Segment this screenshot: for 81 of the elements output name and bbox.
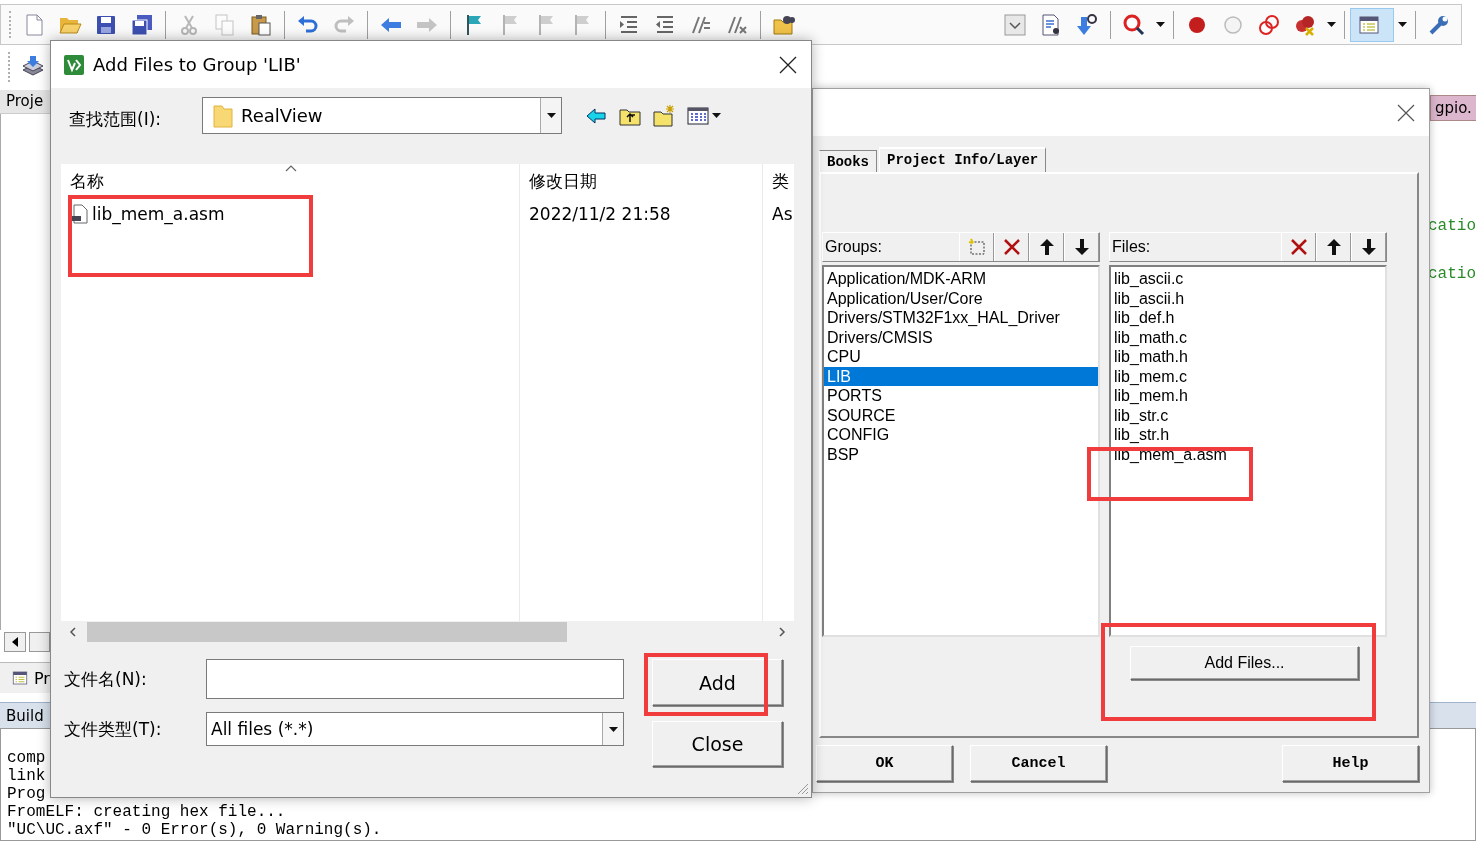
list-label: Files: (1112, 238, 1151, 256)
list-item[interactable]: lib_mem.c (1111, 366, 1385, 386)
output-line: FromELF: creating hex file... (7, 803, 286, 821)
list-item[interactable]: lib_math.h (1111, 347, 1385, 367)
tab[interactable]: Books (819, 150, 877, 172)
dialog-button[interactable]: Cancel (970, 745, 1107, 782)
table-cell[interactable]: As (763, 199, 794, 224)
close-button[interactable]: Close (652, 721, 783, 767)
download-arrow-icon[interactable] (1075, 12, 1099, 37)
caret-icon[interactable] (1397, 22, 1407, 27)
column-header[interactable]: 名称 (61, 164, 519, 199)
output-line: link (7, 767, 46, 785)
output-line: Prog (7, 785, 46, 803)
table-cell[interactable]: 2022/11/2 21:58 (520, 199, 762, 224)
app-icon (63, 53, 85, 76)
caret-icon[interactable] (1326, 22, 1336, 27)
caret-icon[interactable] (1155, 22, 1165, 27)
folder-icon (213, 103, 233, 128)
column-header[interactable]: 修改日期 (520, 164, 762, 199)
dropdown-icon[interactable] (1003, 12, 1027, 37)
field-label: 查找范围(I): (68, 108, 162, 131)
list-item[interactable]: Application/MDK-ARM (824, 269, 1098, 289)
left-arrow-icon (11, 637, 18, 647)
list-item[interactable]: lib_def.h (1111, 308, 1385, 328)
close-icon[interactable] (1397, 103, 1415, 122)
magnifier-icon[interactable] (1122, 12, 1146, 37)
caret-icon[interactable] (712, 113, 721, 118)
caret-icon[interactable] (546, 113, 556, 118)
list-item[interactable]: lib_ascii.c (1111, 269, 1385, 289)
list-item[interactable]: LIB (824, 366, 1098, 386)
dialog-button[interactable]: Help (1282, 745, 1419, 782)
list-item[interactable]: CONFIG (824, 425, 1098, 445)
list-item[interactable]: BSP (824, 444, 1098, 464)
list-item[interactable]: Drivers/CMSIS (824, 327, 1098, 347)
clipboard-icon[interactable] (249, 12, 273, 37)
list-item[interactable]: lib_str.h (1111, 425, 1385, 445)
list-item[interactable]: PORTS (824, 386, 1098, 406)
new-folder-icon[interactable] (652, 103, 676, 128)
table-cell[interactable]: lib_mem_a.asm (61, 199, 519, 224)
delete-icon[interactable] (1001, 237, 1022, 257)
toggle-button[interactable] (1350, 7, 1394, 42)
output-line: comp (7, 749, 46, 767)
window-title: Add Files to Group 'LIB' (93, 54, 301, 75)
list-label: Groups: (825, 238, 882, 256)
list-item[interactable]: lib_mem.h (1111, 386, 1385, 406)
list-item[interactable]: lib_ascii.h (1111, 288, 1385, 308)
panel-title: Proje (0, 90, 50, 114)
resize-grip-icon[interactable] (795, 781, 809, 795)
list-item[interactable]: lib_mem_a.asm (1111, 444, 1385, 464)
list-item[interactable]: lib_str.c (1111, 405, 1385, 425)
file-name-field[interactable] (206, 659, 624, 699)
caret-icon[interactable] (608, 726, 618, 732)
folder-dropdown[interactable]: RealView (202, 97, 562, 134)
list-item[interactable]: CPU (824, 347, 1098, 367)
code-line: catio (1428, 264, 1476, 285)
dialog-button[interactable]: OK (816, 745, 953, 782)
code-line: catio (1428, 216, 1476, 237)
scrollbar-box[interactable] (28, 632, 50, 652)
file-icon (70, 203, 88, 224)
scroll-left-button[interactable] (4, 632, 26, 652)
close-icon[interactable] (779, 55, 797, 74)
add-button[interactable]: Add (652, 659, 783, 706)
circles-icon[interactable] (1257, 12, 1281, 37)
field-label: 文件名(N): (63, 668, 148, 691)
list-item[interactable]: Application/User/Core (824, 288, 1098, 308)
new-group-icon[interactable] (966, 237, 987, 257)
delete-icon[interactable] (1288, 237, 1309, 257)
window-icon (10, 669, 30, 687)
add-files-button[interactable]: Add Files... (1130, 646, 1359, 680)
column-header[interactable]: 类 (763, 164, 794, 199)
floppy-disks-icon[interactable] (130, 12, 154, 37)
list-item[interactable]: SOURCE (824, 405, 1098, 425)
list-item[interactable]: lib_math.c (1111, 327, 1385, 347)
list-item[interactable]: Drivers/STM32F1xx_HAL_Driver (824, 308, 1098, 328)
file-type-dropdown[interactable]: All files (*.*) (206, 712, 624, 746)
field-label: 文件类型(T): (63, 718, 163, 741)
sort-caret-icon (285, 164, 297, 172)
editor-tab[interactable]: gpio. (1430, 95, 1476, 121)
tab[interactable]: Project Info/Layer (879, 147, 1047, 172)
project-tab[interactable]: Pr (0, 662, 50, 693)
output-line: "UC\UC.axf" - 0 Error(s), 0 Warning(s). (7, 821, 382, 839)
